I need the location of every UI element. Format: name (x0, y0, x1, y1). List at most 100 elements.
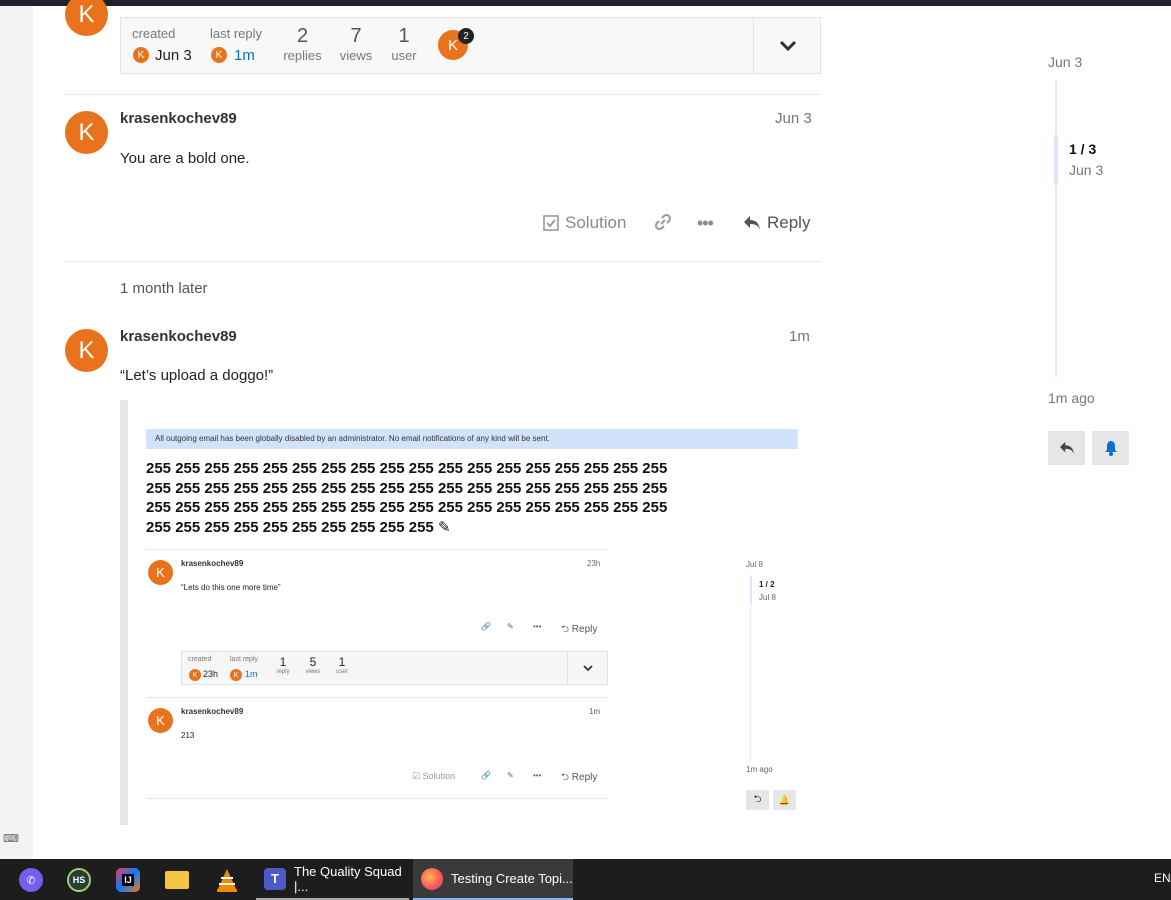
created-avatar: K (189, 669, 201, 681)
post-avatar[interactable]: K (65, 329, 108, 372)
browser-top-edge (0, 0, 1171, 6)
post-body: 213 (181, 731, 195, 740)
replies-label: replies (283, 48, 322, 63)
link-icon (654, 213, 672, 231)
intellij-icon[interactable]: IJ (116, 868, 140, 892)
users-count: 1 (338, 655, 346, 669)
time-gap-label: 1 month later (120, 280, 208, 297)
post-divider (146, 697, 608, 698)
post-body: “Let’s upload a doggo!” (120, 367, 274, 384)
views-stat: 7 views (336, 25, 376, 63)
more-actions-button[interactable]: ••• (697, 213, 714, 234)
map-expand (567, 652, 608, 684)
timeline-handle (750, 576, 752, 605)
post-body: You are a bold one. (120, 150, 250, 167)
bell-icon (1104, 441, 1117, 456)
post-divider (63, 94, 821, 95)
views-count: 5 (309, 655, 317, 669)
post-date: 23h (587, 559, 601, 568)
created-avatar[interactable]: K (133, 47, 149, 63)
post-username[interactable]: krasenkochev89 (120, 110, 237, 127)
embedded-image-border (120, 400, 128, 825)
post-avatar[interactable]: K (65, 111, 108, 154)
post-username[interactable]: krasenkochev89 (120, 328, 237, 345)
post-divider (63, 261, 821, 262)
viber-icon[interactable]: ✆ (19, 868, 43, 892)
pencil-icon: ✎ (507, 771, 514, 780)
hubstaff-icon[interactable]: HS (67, 868, 91, 892)
last-reply-date: 1m (245, 669, 258, 679)
op-avatar[interactable]: K (65, 0, 108, 36)
timeline-position-date: Jun 3 (1069, 162, 1104, 178)
users-label: user (336, 669, 348, 675)
timeline-position: 1 / 2 (759, 580, 775, 589)
reply-button[interactable]: Reply (743, 213, 810, 233)
chevron-down-icon (779, 40, 796, 51)
last-reply-date[interactable]: 1m (234, 47, 255, 64)
timeline-track[interactable] (1055, 80, 1057, 378)
title-line: 255 255 255 255 255 255 255 255 255 255 … (146, 499, 668, 516)
reply-stat: 1 reply (273, 655, 293, 675)
intellij-label: IJ (122, 874, 134, 886)
reply-count: 1 (279, 655, 287, 669)
taskbar-window-teams[interactable]: T The Quality Squad |... (256, 859, 409, 900)
last-reply-avatar[interactable]: K (211, 47, 227, 63)
notification-button[interactable] (1092, 431, 1129, 465)
title-line: 255 255 255 255 255 255 255 255 255 255 … (146, 479, 668, 497)
reply-label: Reply (767, 213, 811, 232)
solution-label: Solution (565, 213, 627, 232)
post-avatar: K (148, 708, 173, 733)
avatar-letter: K (156, 565, 165, 580)
timeline-start-date[interactable]: Jun 3 (1048, 54, 1082, 70)
solution-button[interactable]: Solution (543, 213, 626, 233)
solution-action: ☑ Solution (412, 771, 456, 781)
timeline-reply-button: ⮌ (746, 790, 769, 810)
windows-taskbar: ✆ HS IJ T The Quality Squad |... Testing… (0, 859, 1171, 900)
timeline-end-label[interactable]: 1m ago (1048, 390, 1095, 406)
file-explorer-icon[interactable] (165, 871, 189, 889)
post-divider (146, 549, 608, 550)
created-label: created (188, 656, 212, 663)
timeline-end-label: 1m ago (746, 765, 773, 774)
keyboard-icon[interactable]: ⌨ (3, 832, 19, 845)
copy-link-button[interactable] (654, 213, 672, 231)
participant-badge: 2 (458, 28, 474, 44)
solution-label: Solution (422, 771, 456, 781)
email-disabled-banner: All outgoing email has been globally dis… (146, 429, 798, 449)
created-date[interactable]: Jun 3 (155, 47, 192, 64)
last-reply-label: last reply (230, 656, 259, 663)
users-stat: 1 user (387, 25, 421, 63)
users-count: 1 (398, 25, 410, 47)
embedded-image[interactable]: All outgoing email has been globally dis… (128, 400, 818, 825)
link-icon: 🔗 (481, 771, 491, 780)
topic-map: created K Jun 3 last reply K 1m 2 replie… (120, 17, 821, 74)
views-label: views (305, 669, 321, 675)
notification-bell-icon: 🔔 (773, 790, 796, 810)
window-title: The Quality Squad |... (294, 863, 402, 894)
reply-action: ⮌ Reply (561, 624, 598, 635)
pencil-icon: ✎ (507, 622, 514, 631)
taskbar-window-firefox[interactable]: Testing Create Topi... (413, 859, 573, 900)
created-date: 23h (203, 669, 219, 679)
reply-label: reply (276, 669, 290, 675)
embedded-topic-map: created K 23h last reply K 1m 1 reply 5 … (181, 651, 608, 685)
hubstaff-label: HS (72, 875, 86, 885)
timeline-start-date: Jul 8 (746, 560, 763, 569)
post-date[interactable]: 1m (789, 328, 810, 345)
timeline-reply-button[interactable] (1048, 431, 1085, 465)
language-indicator[interactable]: EN (1154, 871, 1171, 885)
post-date[interactable]: Jun 3 (775, 110, 812, 127)
post-username: krasenkochev89 (181, 559, 244, 568)
vlc-icon[interactable] (215, 868, 239, 892)
avatar-letter: K (156, 713, 165, 728)
views-stat: 5 views (302, 655, 324, 675)
pencil-icon: ✎ (437, 518, 451, 536)
users-stat: 1 user (332, 655, 352, 675)
users-label: user (391, 48, 417, 63)
post-date: 1m (589, 707, 601, 716)
post-body: “Lets do this one more time” (181, 583, 281, 592)
topic-map-expand-button[interactable] (753, 18, 821, 73)
timeline-handle[interactable] (1054, 135, 1058, 185)
left-edge-strip: ⌨ (0, 6, 33, 859)
checkbox-icon (543, 215, 559, 231)
